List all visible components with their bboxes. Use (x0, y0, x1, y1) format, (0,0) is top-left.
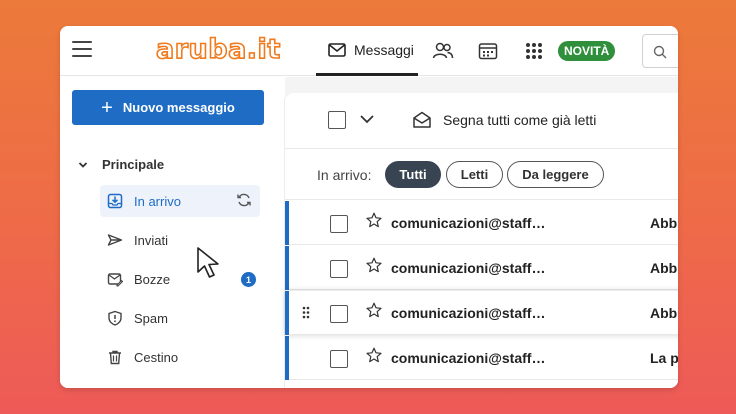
unread-count-badge: 1 (241, 272, 256, 287)
inbox-icon (106, 192, 124, 210)
mark-all-read-button[interactable]: Segna tutti come già letti (443, 112, 596, 128)
drag-handle-icon[interactable] (302, 306, 310, 319)
star-icon[interactable] (366, 212, 382, 228)
folder-bozze[interactable]: Bozze 1 (100, 263, 260, 295)
folder-label: Spam (134, 310, 168, 326)
folder-label: Inviati (134, 232, 168, 248)
message-sender: comunicazioni@staff… (391, 260, 546, 276)
section-principale-label: Principale (102, 157, 165, 172)
message-row[interactable]: comunicazioni@staff… Abb (285, 291, 678, 335)
folder-in-arrivo[interactable]: In arrivo (100, 185, 260, 217)
folder-cestino[interactable]: Cestino (100, 341, 260, 373)
nav-messages-tab[interactable]: Messaggi (316, 26, 418, 76)
message-subject: La p (650, 350, 678, 366)
plus-icon: + (101, 96, 113, 119)
search-icon (653, 45, 667, 59)
row-checkbox[interactable] (330, 305, 348, 323)
list-toolbar: Segna tutti come già letti (285, 93, 678, 149)
message-subject: Abb (650, 260, 678, 276)
star-icon[interactable] (366, 257, 382, 273)
envelope-open-icon[interactable] (412, 110, 432, 130)
message-row[interactable]: comunicazioni@staff… Abb (285, 201, 678, 245)
top-header: aruba.it Messaggi NOVITÀ (60, 26, 678, 76)
search-input[interactable] (642, 34, 678, 68)
section-principale[interactable]: Principale (78, 157, 164, 172)
message-row[interactable]: comunicazioni@staff… Abb (285, 246, 678, 290)
trash-icon (106, 348, 124, 366)
folder-label: Cestino (134, 349, 179, 365)
folder-spam[interactable]: Spam (100, 302, 260, 334)
filter-chip-letti[interactable]: Letti (446, 161, 503, 188)
message-subject: Abb (650, 305, 678, 321)
aruba-logo[interactable]: aruba.it (155, 33, 281, 66)
unread-indicator (285, 336, 289, 380)
filter-label: In arrivo: (317, 167, 372, 183)
drafts-icon (106, 270, 124, 288)
row-checkbox[interactable] (330, 350, 348, 368)
message-subject: Abb (650, 215, 678, 231)
nav-messages-label: Messaggi (354, 41, 414, 58)
message-list-panel: Segna tutti come già letti In arrivo: Tu… (285, 93, 678, 388)
chevron-down-icon (78, 161, 88, 168)
mail-window: aruba.it Messaggi NOVITÀ + Nuovo messagg… (60, 26, 678, 388)
new-message-label: Nuovo messaggio (122, 100, 235, 115)
menu-icon[interactable] (72, 41, 92, 59)
message-sender: comunicazioni@staff… (391, 350, 546, 366)
folder-inviati[interactable]: Inviati (100, 224, 260, 256)
apps-grid-icon[interactable] (525, 26, 543, 76)
spam-shield-icon (106, 309, 124, 327)
star-icon[interactable] (366, 347, 382, 363)
message-sender: comunicazioni@staff… (391, 215, 546, 231)
row-checkbox[interactable] (330, 215, 348, 233)
refresh-icon[interactable] (236, 192, 252, 211)
send-icon (106, 231, 124, 249)
folder-label: In arrivo (134, 193, 181, 209)
sidebar: + Nuovo messaggio Principale In arrivo I… (60, 77, 285, 388)
filter-chip-da-leggere[interactable]: Da leggere (507, 161, 604, 188)
message-sender: comunicazioni@staff… (391, 305, 546, 321)
row-checkbox[interactable] (330, 260, 348, 278)
chevron-down-icon[interactable] (359, 113, 375, 125)
mouse-pointer-icon (197, 247, 219, 278)
novita-badge[interactable]: NOVITÀ (558, 41, 616, 61)
unread-indicator (285, 246, 289, 290)
envelope-icon (328, 42, 346, 57)
new-message-button[interactable]: + Nuovo messaggio (72, 90, 264, 125)
unread-indicator (285, 291, 289, 335)
filter-row: In arrivo: Tutti Letti Da leggere (285, 150, 678, 200)
folder-label: Bozze (134, 271, 171, 287)
star-icon[interactable] (366, 302, 382, 318)
unread-indicator (285, 201, 289, 245)
message-row[interactable]: comunicazioni@staff… La p (285, 336, 678, 380)
nav-calendar-icon[interactable] (478, 26, 498, 76)
nav-contacts-icon[interactable] (432, 26, 454, 76)
filter-chip-tutti[interactable]: Tutti (385, 161, 441, 188)
select-all-checkbox[interactable] (328, 111, 346, 129)
